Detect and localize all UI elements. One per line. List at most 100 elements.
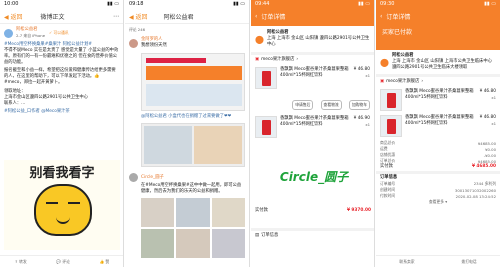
- product-qty: x1: [365, 122, 370, 127]
- order-detail-panel-2: 09:30 ▮▮ ▭ ‹ 订单详情 买家已付款 ⬤ 阿松公益君 上海 上海市 金山…: [376, 0, 500, 267]
- product-image[interactable]: [255, 67, 277, 89]
- paid-amount-row: 实付款 ¥ 9370.00: [251, 208, 374, 214]
- meme-image[interactable]: 别看我看字: [4, 160, 120, 250]
- like-button[interactable]: 👍 赞: [99, 259, 109, 265]
- location-icon: ⬤: [380, 57, 389, 67]
- battery-icon: ▮▮ ▭: [358, 1, 370, 7]
- page-title: 订单详情: [261, 14, 286, 21]
- comment-user[interactable]: Circle_圆子: [141, 175, 164, 181]
- back-button[interactable]: ◀ 返回: [129, 12, 148, 21]
- paid-amount-row: 实付款 ¥ 4685.00: [380, 164, 496, 170]
- paid-value: ¥ 4685.00: [471, 164, 496, 169]
- product-qty: x1: [491, 121, 496, 126]
- battery-icon: ▮▮ ▭: [484, 1, 496, 7]
- shop-icon: ▣: [255, 57, 260, 62]
- back-arrow-icon[interactable]: ‹: [380, 13, 382, 20]
- battery-icon: ▮▮ ▭: [233, 1, 245, 7]
- after-sale-button[interactable]: 申请售后: [292, 100, 314, 110]
- address-block[interactable]: ⬤ 阿松公益君 上海 上海市 金山区 山阳镇 上海市公共卫生临床中心 遵四公路2…: [376, 50, 500, 74]
- meme-caption: 别看我看字: [29, 166, 95, 181]
- product-item[interactable]: 香飘飘 Meco蜜谷果汁茶桑葚果整箱400ml*15杯网红饮料 ¥ 46.80 x…: [376, 87, 500, 113]
- price-summary: 商品总价 ¥4685.00 运费 ¥0.00 店铺优惠 -¥0.00 订单总价 ¥468…: [376, 139, 500, 171]
- recipient-address: 上海 上海市 金山区 山阳镇 遵四公路2901号公共卫生中心: [266, 36, 370, 47]
- battery-icon: ▮▮ ▭: [107, 1, 119, 7]
- product-image[interactable]: [255, 116, 277, 138]
- order-status-banner: 买家已付款: [382, 29, 413, 36]
- weibo-post-panel: 10:00 ▮▮ ▭ ◀ 返回 微博正文 ⋯ 阿松公益君 2-7 来自 iPhon…: [0, 0, 124, 267]
- status-bar: 09:44 ▮▮ ▭: [251, 0, 374, 10]
- product-name: 香飘飘 Meco蜜谷果汁茶桑葚果整箱400ml*15杯网红饮料: [405, 89, 474, 100]
- shop-name[interactable]: ▣ meco果汁旗舰店 ›: [376, 74, 500, 87]
- product-image[interactable]: [380, 115, 402, 137]
- more-icon[interactable]: ⋯: [113, 13, 119, 20]
- product-qty: x1: [365, 73, 370, 78]
- post-body-1: 不得不说Meco 实在是太贵了 感觉是大量了 小蓝公益的中效率。原有们的一有一份…: [4, 48, 119, 65]
- back-arrow-icon[interactable]: ‹: [255, 13, 257, 20]
- product-item[interactable]: 香飘飘 Meco蜜谷果汁茶桑葚果整箱400ml*15杯网红饮料 ¥ 46.90 x…: [251, 114, 374, 140]
- comment-text: 在#Meco用空杯换桑果#这中中做一起用，即可公益健康，然后去为我们的乐天的公益…: [141, 183, 242, 194]
- comment-item: 金阿罗的人 我想领份天然: [125, 36, 249, 50]
- nav-bar: ◀ 返回 微博正文 ⋯: [0, 10, 123, 24]
- paid-label: 实付款: [380, 164, 393, 169]
- page-title: 微博正文: [40, 14, 65, 21]
- status-time: 09:44: [255, 1, 270, 7]
- comments-panel: 09:18 ▮▮ ▭ ◀ 返回 阿松公益君 评论 246 金阿罗的人 我想领份天然…: [125, 0, 250, 267]
- status-time: 10:00: [4, 1, 19, 7]
- comments-count: 评论 246: [129, 27, 146, 32]
- contact-text: 联系人：...: [4, 101, 26, 106]
- contact-seller-button[interactable]: 联系卖家: [399, 259, 414, 265]
- product-qty: x1: [491, 95, 496, 100]
- bottom-action-bar: 联系卖家 拨打电话: [376, 255, 500, 267]
- post-author[interactable]: 阿松公益君 2-7 来自 iPhone ✓ 可以通讯: [0, 24, 123, 42]
- product-item[interactable]: 香飘飘 Meco蜜谷果汁茶桑葚果整箱400ml*15杯网红饮料 ¥ 46.80 x…: [251, 65, 374, 91]
- comment-button[interactable]: 💬 评论: [56, 259, 70, 265]
- avatar[interactable]: [129, 38, 138, 48]
- back-button[interactable]: ◀ 返回: [4, 12, 23, 21]
- product-actions: 申请售后 查看物流 加购物车: [251, 91, 374, 110]
- comment-text: 我想领份天然: [141, 43, 167, 48]
- comment-item: Circle_圆子: [125, 167, 249, 182]
- user-tag: ✓ 可以通讯: [49, 30, 69, 35]
- avatar[interactable]: [4, 28, 13, 38]
- post-tags[interactable]: #阿松公益_口作者 @Meco果汁茶: [4, 109, 119, 115]
- order-info-icon: ▤: [255, 233, 260, 238]
- page-title: 订单详情: [386, 14, 411, 21]
- repost-comment: @阿松公益君 小盒代也在捐赠了过来要做了❤❤: [141, 114, 232, 119]
- avatar[interactable]: [129, 173, 138, 182]
- order-detail-panel-1: 09:44 ▮▮ ▭ ‹ 订单详情 ⬤ 阿松公益君 上海 上海市 金山区 山阳镇 …: [251, 0, 375, 267]
- nav-bar: ◀ 返回 阿松公益君: [125, 10, 249, 24]
- recipient-address: 上海 上海市 金山区 山阳镇 上海市公共卫生临床中心 遵四公路2901号公共卫生…: [391, 59, 492, 70]
- paid-value: ¥ 9370.00: [346, 208, 371, 213]
- post-action-bar: ⇪ 转发 💬 评论 👍 赞: [0, 255, 123, 267]
- status-bar: 10:00 ▮▮ ▭: [0, 0, 123, 10]
- photo-grid[interactable]: [141, 198, 245, 258]
- view-more-link[interactable]: 查看更多 ▾: [380, 199, 496, 205]
- post-body-2: 报名截至和小益一样，希望把这份爱和健康传达给更多需要的人，在这里的帮助下，可以下…: [4, 68, 116, 85]
- order-header: 09:30 ▮▮ ▭ ‹ 订单详情 买家已付款: [376, 0, 500, 50]
- status-time: 09:18: [129, 1, 144, 7]
- address-block[interactable]: ⬤ 阿松公益君 上海 上海市 金山区 山阳镇 遵四公路2901号公共卫生中心: [251, 26, 374, 52]
- location-icon: ⬤: [255, 34, 264, 44]
- repost-button[interactable]: ⇪ 转发: [15, 259, 27, 265]
- logistics-button[interactable]: 查看物流: [320, 100, 342, 110]
- page-title: 阿松公益君: [163, 14, 194, 21]
- post-screenshot[interactable]: [141, 53, 245, 111]
- order-header: 09:44 ▮▮ ▭ ‹ 订单详情: [251, 0, 374, 26]
- status-bar: 09:18 ▮▮ ▭: [125, 0, 249, 10]
- paid-label: 实付款: [255, 208, 268, 213]
- watermark-text: Circle_圆子: [279, 170, 349, 184]
- order-info-header: ▤ 订单信息: [251, 228, 374, 241]
- product-item[interactable]: 香飘飘 Meco蜜谷果汁茶桑葚果整箱400ml*15杯网红饮料 ¥ 46.80 x…: [376, 113, 500, 139]
- order-info: 订单信息 订单编号 2344 多利列 创建时间 30013071032002260 …: [376, 171, 500, 206]
- shop-name[interactable]: ▣ meco果汁旗舰店 ›: [251, 52, 374, 65]
- product-name: 香飘飘 Meco蜜谷果汁茶桑葚果整箱400ml*15杯网红饮料: [280, 116, 349, 127]
- add-cart-button[interactable]: 加购物车: [348, 100, 370, 110]
- product-name: 香飘飘 Meco蜜谷果汁茶桑葚果整箱400ml*15杯网红饮料: [405, 115, 474, 126]
- post-time: 2-7 来自 iPhone: [16, 33, 46, 38]
- call-button[interactable]: 拨打电话: [461, 259, 476, 265]
- product-image[interactable]: [380, 89, 402, 111]
- status-bar: 09:30 ▮▮ ▭: [376, 0, 500, 10]
- product-name: 香飘飘 Meco蜜谷果汁茶桑葚果整箱400ml*15杯网红饮料: [280, 67, 349, 78]
- shared-thumbnails[interactable]: [141, 123, 245, 167]
- cat-face-icon: [34, 184, 92, 236]
